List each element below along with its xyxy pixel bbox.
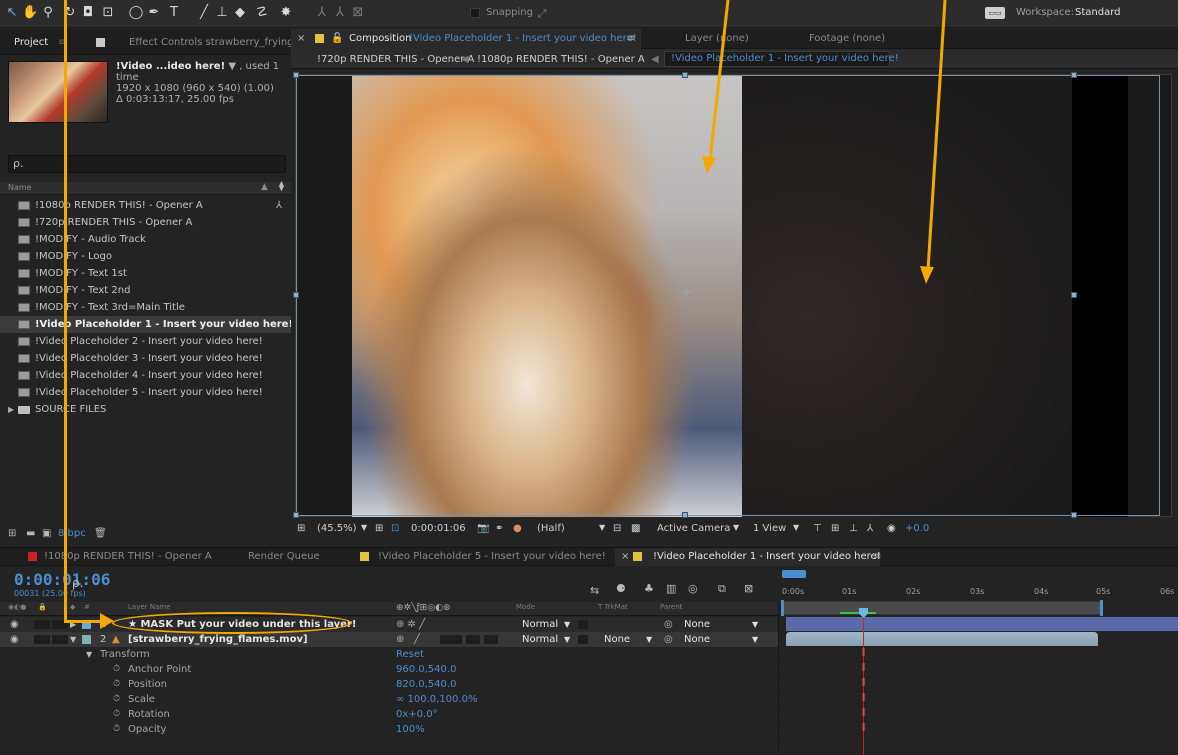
annotation-arrows-svg xyxy=(702,0,947,284)
annotation-arrow-line xyxy=(708,0,730,161)
annotation-arrowhead-icon xyxy=(702,156,716,174)
annotation-arrow-line xyxy=(926,0,947,271)
annotation-arrowhead-icon xyxy=(920,266,934,284)
